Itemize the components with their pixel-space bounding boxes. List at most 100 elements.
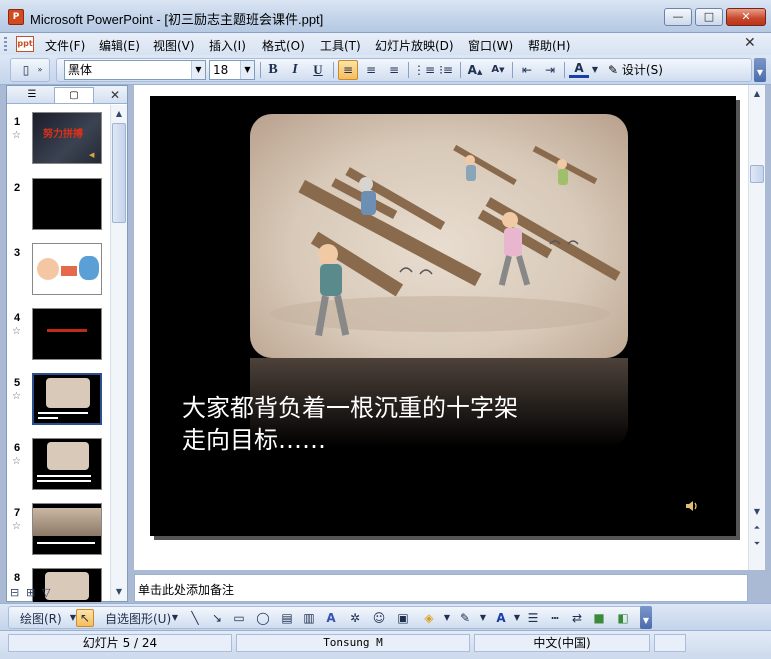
slide-thumbnail-7[interactable]: 7 ☆ (7, 503, 109, 563)
chevron-down-icon[interactable]: ▼ (240, 61, 254, 79)
draw-menu-button[interactable]: 绘图(R) (20, 610, 62, 627)
clipart-icon[interactable]: ☺ (370, 609, 388, 627)
underline-button[interactable]: U (308, 60, 328, 80)
scrollbar-thumb[interactable] (112, 123, 126, 223)
numbering-icon[interactable]: ⋮≡ (413, 60, 435, 80)
slide-thumbnail-2[interactable]: 2 (7, 178, 109, 238)
slide-thumbnail-5[interactable]: 5 ☆ (7, 372, 109, 433)
chevron-down-icon[interactable]: ▼ (590, 60, 600, 80)
dash-style-icon[interactable]: ┅ (546, 609, 564, 627)
arrow-style-icon[interactable]: ⇄ (568, 609, 586, 627)
slide-number: 5 (14, 377, 21, 389)
decrease-indent-icon[interactable]: ⇤ (517, 60, 537, 80)
scroll-up-icon[interactable]: ▲ (112, 107, 126, 121)
shadow-style-icon[interactable]: ■ (590, 609, 608, 627)
speaker-icon[interactable] (684, 498, 700, 514)
current-slide[interactable]: 大家都背负着一根沉重的十字架 走向目标…… (150, 96, 736, 536)
design-button[interactable]: ✎ 设计(S) (608, 61, 663, 78)
chevron-down-icon[interactable]: ▼ (438, 609, 456, 627)
close-document-button[interactable]: ✕ (744, 35, 756, 51)
line-color-icon[interactable]: ✎ (456, 609, 474, 627)
pink-figure (477, 197, 621, 286)
status-bar: 幻灯片 5 / 24 Tonsung M 中文(中国) (0, 630, 771, 659)
close-pane-button[interactable]: ✕ (110, 88, 120, 102)
scroll-up-icon[interactable]: ▲ (750, 87, 764, 101)
increase-font-size-icon[interactable]: A▲ (465, 60, 485, 80)
normal-view-icon[interactable]: ⊟ (10, 586, 19, 599)
menu-help[interactable]: 帮助(H) (528, 37, 570, 54)
toolbar-grip-icon[interactable] (4, 37, 7, 51)
slide-thumbnail-3[interactable]: 3 (7, 243, 109, 303)
tab-outline[interactable]: ☰ (11, 87, 53, 103)
menu-insert[interactable]: 插入(I) (209, 37, 246, 54)
slideshow-view-icon[interactable]: ▽ (42, 586, 50, 599)
design-icon: ✎ (608, 63, 619, 77)
minimize-button[interactable]: — (664, 8, 692, 26)
diagram-icon[interactable]: ✲ (346, 609, 364, 627)
menu-window[interactable]: 窗口(W) (468, 37, 513, 54)
textbox-tool-icon[interactable]: ▤ (278, 609, 296, 627)
vertical-textbox-icon[interactable]: ▥ (300, 609, 318, 627)
fill-color-icon[interactable]: ◈ (420, 609, 438, 627)
italic-button[interactable]: I (285, 60, 305, 80)
font-color-icon[interactable]: A (569, 60, 589, 78)
font-name-select[interactable]: 黑体 ▼ (64, 60, 206, 80)
arrow-tool-icon[interactable]: ↘ (208, 609, 226, 627)
toolbar-options-chevron-icon[interactable]: » (34, 60, 46, 80)
next-slide-icon[interactable]: ⏷ (750, 537, 764, 551)
align-right-icon[interactable]: ≡ (384, 60, 404, 80)
bullets-icon[interactable]: ⁝≡ (436, 60, 456, 80)
powerpoint-app-icon[interactable]: P (8, 9, 24, 25)
oval-tool-icon[interactable]: ◯ (254, 609, 272, 627)
animation-star-icon: ☆ (12, 521, 21, 532)
slide-thumbnail-1[interactable]: 1 ☆ 努力拼搏 ◀ (7, 112, 109, 172)
new-document-icon[interactable]: ▯ (16, 60, 36, 80)
tab-slides[interactable]: ▢ (54, 87, 94, 103)
increase-indent-icon[interactable]: ⇥ (540, 60, 560, 80)
line-style-icon[interactable]: ☰ (524, 609, 542, 627)
slide-caption[interactable]: 大家都背负着一根沉重的十字架 走向目标…… (182, 392, 518, 456)
slide-sorter-icon[interactable]: ⊞ (26, 586, 35, 599)
document-icon[interactable]: ppt (16, 36, 34, 52)
slide-scrollbar[interactable]: ▲ ▼ ⏶ ⏷ (748, 85, 765, 570)
chevron-down-icon[interactable]: ▼ (474, 609, 492, 627)
cross-bearers-picture[interactable] (250, 114, 628, 358)
scrollbar-thumb[interactable] (750, 165, 764, 183)
scroll-down-icon[interactable]: ▼ (112, 585, 126, 599)
decrease-font-size-icon[interactable]: A▼ (488, 60, 508, 80)
font-size-select[interactable]: 18 ▼ (209, 60, 255, 80)
slides-pane: ☰ ▢ ✕ 1 ☆ 努力拼搏 ◀ 2 3 4 ☆ 5 ☆ 6 ☆ 7 ☆ 8 ▲… (6, 85, 128, 602)
status-cell-empty (654, 634, 686, 652)
chevron-down-icon[interactable]: ▼ (166, 609, 184, 627)
slide-preview: 努力拼搏 ◀ (32, 112, 102, 164)
chevron-down-icon[interactable]: ▼ (191, 61, 205, 79)
previous-slide-icon[interactable]: ⏶ (750, 521, 764, 535)
preview-triangle-icon: ◀ (89, 151, 95, 159)
toolbar-options-chevron-icon[interactable]: ▼ (754, 58, 766, 82)
menu-edit[interactable]: 编辑(E) (99, 37, 140, 54)
toolbar-options-chevron-icon[interactable]: ▼ (640, 606, 652, 629)
close-window-button[interactable]: ✕ (726, 8, 766, 26)
autoshapes-button[interactable]: 自选图形(U) (105, 610, 171, 627)
menu-view[interactable]: 视图(V) (153, 37, 195, 54)
slide-thumbnail-4[interactable]: 4 ☆ (7, 308, 109, 368)
insert-picture-icon[interactable]: ▣ (394, 609, 412, 627)
maximize-button[interactable]: □ (695, 8, 723, 26)
menu-file[interactable]: 文件(F) (45, 37, 85, 54)
notes-pane[interactable]: 单击此处添加备注 (134, 574, 748, 602)
wordart-icon[interactable]: A (322, 609, 340, 627)
line-tool-icon[interactable]: ╲ (186, 609, 204, 627)
menu-slideshow[interactable]: 幻灯片放映(D) (375, 37, 454, 54)
menu-tools[interactable]: 工具(T) (320, 37, 361, 54)
rectangle-tool-icon[interactable]: ▭ (230, 609, 248, 627)
align-center-icon[interactable]: ≡ (361, 60, 381, 80)
select-pointer-icon[interactable]: ↖ (76, 609, 94, 627)
slides-pane-scrollbar[interactable]: ▲ ▼ (110, 105, 127, 601)
scroll-down-icon[interactable]: ▼ (750, 505, 764, 519)
3d-style-icon[interactable]: ◧ (614, 609, 632, 627)
align-left-icon[interactable]: ≡ (338, 60, 358, 80)
slide-thumbnail-6[interactable]: 6 ☆ (7, 438, 109, 498)
bold-button[interactable]: B (263, 60, 283, 80)
toolbar-separator (408, 62, 409, 78)
menu-format[interactable]: 格式(O) (262, 37, 305, 54)
